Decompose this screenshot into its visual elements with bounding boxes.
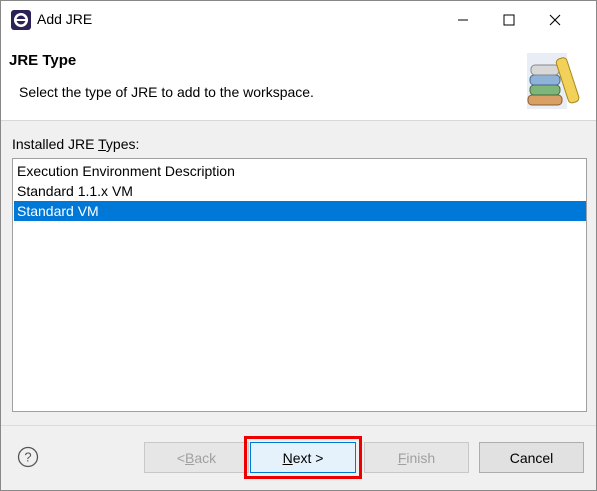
minimize-icon: [458, 19, 468, 21]
list-item-standard-vm[interactable]: Standard VM: [14, 201, 586, 221]
jre-types-list[interactable]: Execution Environment Description Standa…: [12, 158, 587, 412]
back-mnemonic: B: [185, 449, 195, 466]
close-icon: [549, 14, 561, 26]
close-button[interactable]: [532, 1, 578, 39]
label-mnemonic: T: [98, 136, 106, 152]
finish-suffix: inish: [406, 449, 436, 466]
page-title: JRE Type: [9, 52, 77, 69]
cancel-button[interactable]: Cancel: [479, 442, 584, 473]
svg-text:?: ?: [24, 450, 31, 465]
next-suffix: ext >: [292, 449, 324, 466]
maximize-button[interactable]: [486, 1, 532, 39]
library-books-icon: [521, 45, 583, 109]
window-title: Add JRE: [37, 11, 93, 27]
installed-jre-types-label: Installed JRE Types:: [12, 136, 139, 152]
eclipse-app-icon: [11, 10, 31, 30]
label-suffix: ypes:: [105, 136, 140, 152]
finish-mnemonic: F: [397, 449, 407, 466]
back-suffix: ack: [194, 449, 217, 466]
list-item-execution-environment[interactable]: Execution Environment Description: [14, 161, 586, 181]
list-item-standard-1-1-x-vm[interactable]: Standard 1.1.x VM: [14, 181, 586, 201]
back-button[interactable]: < Back: [144, 442, 249, 473]
title-bar: Add JRE: [1, 1, 596, 39]
back-prefix: <: [176, 449, 186, 466]
help-icon[interactable]: ?: [17, 446, 39, 468]
next-mnemonic: N: [282, 449, 293, 466]
label-prefix: Installed JRE: [12, 136, 99, 152]
maximize-icon: [503, 14, 515, 26]
finish-button[interactable]: Finish: [364, 442, 469, 473]
button-bar-separator: [1, 425, 596, 426]
minimize-button[interactable]: [440, 1, 486, 39]
page-description: Select the type of JRE to add to the wor…: [19, 84, 314, 100]
wizard-banner: JRE Type Select the type of JRE to add t…: [1, 39, 596, 121]
next-button[interactable]: Next >: [250, 442, 356, 473]
add-jre-dialog: Add JRE JRE Type Select the type of JRE …: [0, 0, 597, 491]
